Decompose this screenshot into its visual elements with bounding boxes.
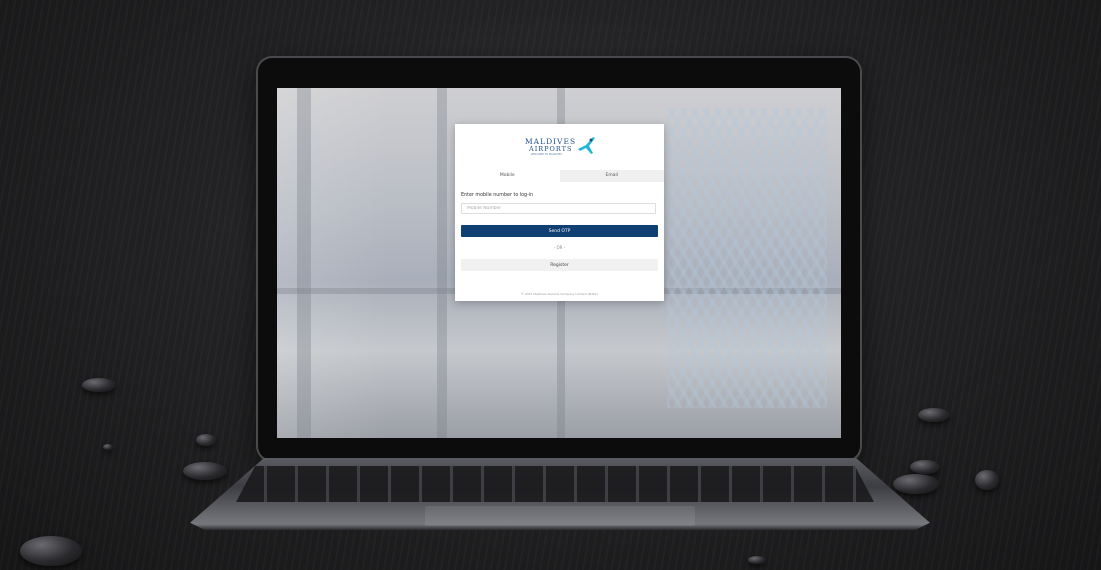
- laptop-trackpad: [425, 506, 695, 526]
- mobile-number-input[interactable]: [461, 203, 656, 214]
- laptop-keyboard: [236, 466, 874, 502]
- pebble: [910, 460, 940, 474]
- pebble: [748, 556, 766, 564]
- login-card: MALDIVES AIRPORTS WELCOME TO MALDIVES Mo…: [455, 124, 664, 301]
- pebble: [20, 536, 82, 566]
- maldives-airports-logo: MALDIVES AIRPORTS WELCOME TO MALDIVES: [525, 135, 605, 157]
- background-lattice: [667, 108, 827, 408]
- tab-mobile[interactable]: Mobile: [455, 170, 560, 182]
- login-instruction: Enter mobile number to log-in: [461, 193, 534, 198]
- background-beam: [297, 88, 311, 438]
- login-tabs: Mobile Email: [455, 170, 664, 182]
- background-beam: [437, 88, 447, 438]
- tab-email[interactable]: Email: [559, 170, 664, 182]
- pebble: [183, 462, 227, 480]
- pebble: [196, 434, 216, 446]
- register-button[interactable]: Register: [461, 259, 658, 271]
- or-divider: - OR -: [553, 245, 566, 250]
- pebble: [82, 378, 116, 392]
- pebble: [103, 444, 113, 450]
- send-otp-button[interactable]: Send OTP: [461, 225, 658, 237]
- plane-logo-icon: [578, 137, 595, 154]
- pebble: [975, 470, 999, 490]
- pebble: [893, 474, 939, 494]
- logo-tagline: WELCOME TO MALDIVES: [531, 153, 562, 156]
- copyright-footer: © 2023 Maldives Airports Company Limited…: [520, 292, 599, 296]
- pebble: [918, 408, 950, 422]
- logo-line2: AIRPORTS: [529, 145, 573, 153]
